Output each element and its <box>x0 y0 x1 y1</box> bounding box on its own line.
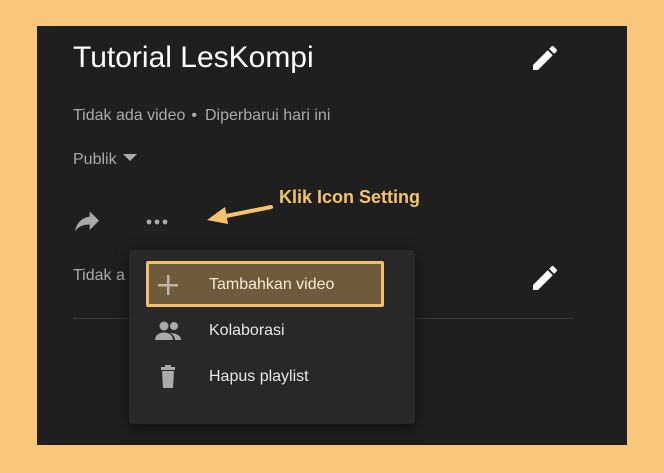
menu-item-label: Tambahkan video <box>209 276 335 293</box>
video-count: Tidak ada video <box>73 107 186 124</box>
meta-separator: • <box>191 107 197 124</box>
annotation-arrow-icon <box>207 205 273 224</box>
people-icon <box>155 321 181 340</box>
description-text: Tidak a <box>73 267 125 284</box>
menu-item-delete-playlist[interactable]: Hapus playlist <box>129 354 415 400</box>
playlist-options-menu: Tambahkan video Kolaborasi Hapus playlis… <box>129 250 415 424</box>
more-horizontal-icon[interactable] <box>141 206 173 238</box>
privacy-dropdown[interactable]: Publik <box>73 150 137 170</box>
privacy-label: Publik <box>73 151 117 168</box>
plus-icon <box>158 275 178 295</box>
edit-title-pencil-icon[interactable] <box>529 42 561 74</box>
share-icon[interactable] <box>71 206 103 238</box>
annotation-text: Klik Icon Setting <box>279 187 421 207</box>
updated-text: Diperbarui hari ini <box>204 107 331 124</box>
playlist-meta: Tidak ada video • Diperbarui hari ini <box>73 106 330 126</box>
menu-item-collaborate[interactable]: Kolaborasi <box>129 308 415 354</box>
menu-item-label: Kolaborasi <box>209 322 285 339</box>
caret-down-icon <box>122 154 137 161</box>
menu-item-add-video[interactable]: Tambahkan video <box>129 261 415 308</box>
edit-description-pencil-icon[interactable] <box>529 262 561 294</box>
trash-icon <box>161 365 175 388</box>
playlist-panel: Tutorial LesKompi Tidak ada video • Diperb… <box>37 26 627 445</box>
menu-item-label: Hapus playlist <box>209 368 309 385</box>
playlist-title: Tutorial LesKompi <box>73 41 314 74</box>
